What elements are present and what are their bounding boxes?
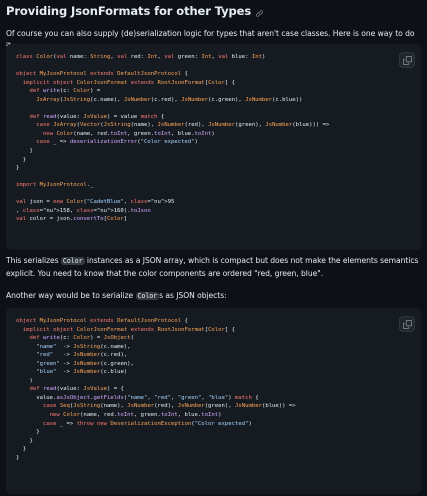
array-explanation-paragraph: This serializes Color instances as a JSO… bbox=[6, 255, 421, 279]
link-icon[interactable] bbox=[255, 7, 264, 17]
code-block-array-format: class Color(val name: String, val red: I… bbox=[6, 44, 421, 250]
readme-section: Providing JsonFormats for other Types Of… bbox=[0, 0, 427, 496]
code-content[interactable]: class Color(val name: String, val red: I… bbox=[16, 53, 411, 224]
para3-text-after: s as JSON objects: bbox=[159, 291, 227, 300]
copy-button[interactable] bbox=[399, 316, 415, 332]
copy-icon bbox=[402, 55, 412, 65]
code-block-object-format: object MyJsonProtocol extends DefaultJso… bbox=[6, 308, 421, 494]
section-heading: Providing JsonFormats for other Types bbox=[6, 4, 264, 18]
inline-code-color: Color bbox=[60, 257, 85, 265]
code-content[interactable]: object MyJsonProtocol extends DefaultJso… bbox=[16, 317, 411, 462]
para3-text-before: Another way would be to serialize bbox=[6, 291, 136, 300]
inline-code-color: Color bbox=[135, 292, 160, 300]
copy-button[interactable] bbox=[399, 52, 415, 68]
heading-text: Providing JsonFormats for other Types bbox=[6, 4, 252, 18]
para2-text-before: This serializes bbox=[6, 256, 61, 265]
copy-icon bbox=[402, 319, 412, 329]
object-intro-paragraph: Another way would be to serialize Color s… bbox=[6, 290, 421, 303]
